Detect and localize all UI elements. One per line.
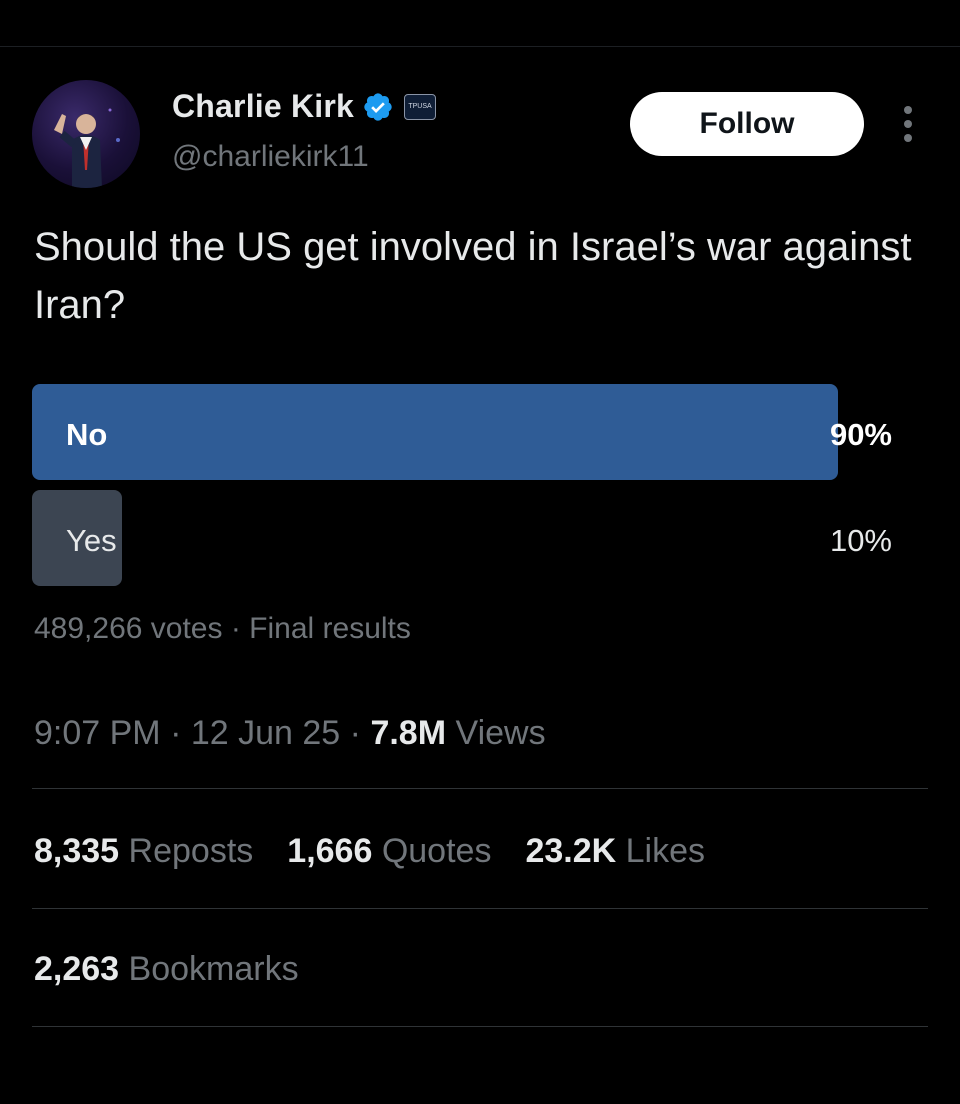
poll-option-no: No 90%: [32, 384, 892, 480]
author-name[interactable]: Charlie Kirk: [172, 88, 354, 125]
org-badge-icon[interactable]: TPUSA: [404, 93, 437, 120]
quotes-count: 1,666: [287, 832, 373, 870]
quotes-label: Quotes: [381, 832, 492, 870]
post-date[interactable]: 12 Jun 25: [191, 714, 340, 752]
poll-option-label: No: [66, 417, 108, 452]
more-dot: [904, 134, 912, 142]
separator: ·: [349, 714, 361, 752]
verified-badge-icon: [364, 92, 392, 121]
author-handle[interactable]: @charliekirk11: [172, 140, 369, 174]
separator: ·: [230, 612, 241, 645]
vote-count: 489,266 votes: [34, 612, 223, 645]
reposts-stat[interactable]: 8,335 Reposts: [34, 832, 253, 871]
divider: [32, 788, 928, 789]
post-text: Should the US get involved in Israel’s w…: [34, 225, 912, 327]
quotes-stat[interactable]: 1,666 Quotes: [287, 832, 491, 871]
divider: [32, 1026, 928, 1027]
org-badge-text: TPUSA: [408, 103, 432, 110]
follow-button[interactable]: Follow: [630, 92, 864, 156]
views-count: 7.8M: [370, 714, 447, 752]
more-options-icon[interactable]: [894, 100, 922, 148]
poll-option-yes: Yes 10%: [32, 490, 892, 586]
views-label: Views: [455, 714, 546, 752]
poll-bar-no: [32, 384, 838, 480]
poll-option-percent: 90%: [829, 417, 892, 452]
poll-option-label: Yes: [66, 523, 117, 558]
poll-meta: 489,266 votes · Final results: [34, 612, 411, 646]
divider: [32, 908, 928, 909]
engagement-stats: 8,335 Reposts 1,666 Quotes 23.2K Likes: [34, 832, 705, 871]
poll-option-percent: 10%: [829, 523, 892, 558]
more-dot: [904, 120, 912, 128]
post-time[interactable]: 9:07 PM: [34, 714, 161, 752]
bookmarks-stat[interactable]: 2,263 Bookmarks: [34, 950, 299, 989]
author-name-row: Charlie Kirk TPUSA: [172, 88, 437, 125]
avatar-image: [54, 108, 120, 188]
bookmarks-count: 2,263: [34, 950, 120, 988]
reposts-count: 8,335: [34, 832, 120, 870]
likes-label: Likes: [625, 832, 706, 870]
avatar[interactable]: [32, 80, 140, 188]
separator: ·: [170, 714, 182, 752]
likes-count: 23.2K: [525, 832, 617, 870]
likes-stat[interactable]: 23.2K Likes: [525, 832, 705, 871]
poll-status: Final results: [249, 612, 411, 645]
top-divider: [0, 46, 960, 47]
reposts-label: Reposts: [128, 832, 254, 870]
post-timestamp: 9:07 PM · 12 Jun 25 · 7.8M Views: [34, 714, 546, 753]
more-dot: [904, 106, 912, 114]
bookmarks-label: Bookmarks: [128, 950, 299, 988]
